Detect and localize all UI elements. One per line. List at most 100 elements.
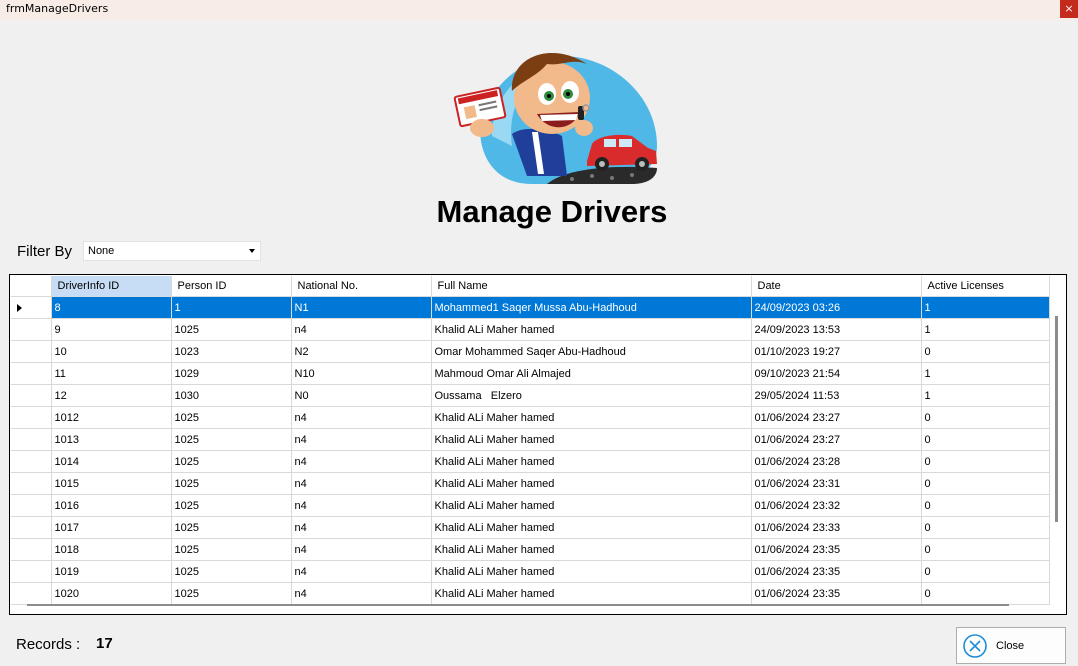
table-cell[interactable]: 1019 xyxy=(51,560,172,583)
row-header[interactable] xyxy=(11,406,52,429)
table-cell[interactable]: 09/10/2023 21:54 xyxy=(751,362,922,385)
table-row[interactable]: 10 1023 N2 Omar Mohammed Saqer Abu-Hadhoud 0… xyxy=(11,340,1050,363)
column-header-full-name[interactable]: Full Name xyxy=(431,276,752,297)
table-row[interactable]: 9 1025 n4 Khalid ALi Maher hamed 24/09/2023 … xyxy=(11,318,1050,341)
table-cell[interactable]: 1025 xyxy=(171,472,292,495)
row-header[interactable] xyxy=(11,472,52,495)
table-cell[interactable]: 1020 xyxy=(51,582,172,605)
table-cell[interactable]: n4 xyxy=(291,318,432,341)
table-row[interactable]: 8 1 N1 Mohammed1 Saqer Mussa Abu-Hadhoud 24/… xyxy=(11,296,1050,319)
table-cell[interactable]: 1025 xyxy=(171,406,292,429)
table-cell[interactable]: 0 xyxy=(921,560,1050,583)
table-cell[interactable]: 1 xyxy=(921,296,1050,319)
row-header[interactable] xyxy=(11,450,52,473)
column-header-national-no[interactable]: National No. xyxy=(291,276,432,297)
column-header-date[interactable]: Date xyxy=(751,276,922,297)
table-cell[interactable]: 1015 xyxy=(51,472,172,495)
table-cell[interactable]: 1012 xyxy=(51,406,172,429)
table-cell[interactable]: Mahmoud Omar Ali Almajed xyxy=(431,362,752,385)
table-row[interactable]: 1013 1025 n4 Khalid ALi Maher hamed 01/06/20… xyxy=(11,428,1050,451)
table-cell[interactable]: Khalid ALi Maher hamed xyxy=(431,406,752,429)
table-cell[interactable]: 1025 xyxy=(171,318,292,341)
chevron-down-icon[interactable] xyxy=(249,249,255,253)
table-row[interactable]: 1020 1025 n4 Khalid ALi Maher hamed 01/06/20… xyxy=(11,582,1050,605)
table-cell[interactable]: 1017 xyxy=(51,516,172,539)
table-cell[interactable]: 1025 xyxy=(171,516,292,539)
table-cell[interactable]: 0 xyxy=(921,428,1050,451)
row-header[interactable] xyxy=(11,494,52,517)
filter-by-dropdown[interactable]: None xyxy=(83,241,261,261)
row-header[interactable] xyxy=(11,582,52,605)
table-cell[interactable]: 0 xyxy=(921,516,1050,539)
row-header[interactable] xyxy=(11,296,52,319)
table-cell[interactable]: 1014 xyxy=(51,450,172,473)
row-header[interactable] xyxy=(11,428,52,451)
window-close-button[interactable]: × xyxy=(1060,0,1078,18)
table-cell[interactable]: N0 xyxy=(291,384,432,407)
table-cell[interactable]: 29/05/2024 11:53 xyxy=(751,384,922,407)
table-cell[interactable]: Mohammed1 Saqer Mussa Abu-Hadhoud xyxy=(431,296,752,319)
table-cell[interactable]: 1018 xyxy=(51,538,172,561)
table-cell[interactable]: N2 xyxy=(291,340,432,363)
row-header[interactable] xyxy=(11,538,52,561)
table-cell[interactable]: 1030 xyxy=(171,384,292,407)
table-cell[interactable]: n4 xyxy=(291,472,432,495)
table-row[interactable]: 1012 1025 n4 Khalid ALi Maher hamed 01/06/20… xyxy=(11,406,1050,429)
table-cell[interactable]: 01/06/2024 23:27 xyxy=(751,428,922,451)
row-header[interactable] xyxy=(11,340,52,363)
vertical-scrollbar[interactable] xyxy=(1055,316,1058,522)
table-row[interactable]: 1016 1025 n4 Khalid ALi Maher hamed 01/06/20… xyxy=(11,494,1050,517)
table-cell[interactable]: Khalid ALi Maher hamed xyxy=(431,428,752,451)
table-cell[interactable]: 8 xyxy=(51,296,172,319)
row-header[interactable] xyxy=(11,560,52,583)
table-cell[interactable]: 0 xyxy=(921,406,1050,429)
table-cell[interactable]: 0 xyxy=(921,582,1050,605)
table-cell[interactable]: 0 xyxy=(921,538,1050,561)
table-cell[interactable]: N10 xyxy=(291,362,432,385)
column-header-active-licenses[interactable]: Active Licenses xyxy=(921,276,1050,297)
table-cell[interactable]: Khalid ALi Maher hamed xyxy=(431,516,752,539)
table-cell[interactable]: 0 xyxy=(921,472,1050,495)
table-cell[interactable]: Khalid ALi Maher hamed xyxy=(431,582,752,605)
table-cell[interactable]: 01/06/2024 23:35 xyxy=(751,582,922,605)
table-cell[interactable]: 1025 xyxy=(171,428,292,451)
horizontal-scrollbar[interactable] xyxy=(27,604,1009,606)
table-cell[interactable]: 1 xyxy=(921,318,1050,341)
table-row[interactable]: 11 1029 N10 Mahmoud Omar Ali Almajed 09/10/2… xyxy=(11,362,1050,385)
table-cell[interactable]: 1 xyxy=(921,362,1050,385)
table-cell[interactable]: 01/06/2024 23:33 xyxy=(751,516,922,539)
table-cell[interactable]: 1025 xyxy=(171,494,292,517)
table-cell[interactable]: 01/10/2023 19:27 xyxy=(751,340,922,363)
table-cell[interactable]: 1013 xyxy=(51,428,172,451)
row-header[interactable] xyxy=(11,516,52,539)
table-cell[interactable]: Khalid ALi Maher hamed xyxy=(431,450,752,473)
table-cell[interactable]: 1025 xyxy=(171,538,292,561)
table-row[interactable]: 1019 1025 n4 Khalid ALi Maher hamed 01/06/20… xyxy=(11,560,1050,583)
table-cell[interactable]: 1025 xyxy=(171,560,292,583)
table-cell[interactable]: n4 xyxy=(291,406,432,429)
row-header[interactable] xyxy=(11,384,52,407)
column-header-person-id[interactable]: Person ID xyxy=(171,276,292,297)
table-cell[interactable]: 11 xyxy=(51,362,172,385)
table-cell[interactable]: 01/06/2024 23:27 xyxy=(751,406,922,429)
table-cell[interactable]: n4 xyxy=(291,516,432,539)
table-cell[interactable]: n4 xyxy=(291,538,432,561)
table-cell[interactable]: n4 xyxy=(291,450,432,473)
table-row[interactable]: 1014 1025 n4 Khalid ALi Maher hamed 01/06/20… xyxy=(11,450,1050,473)
table-cell[interactable]: 9 xyxy=(51,318,172,341)
table-cell[interactable]: 0 xyxy=(921,494,1050,517)
close-button[interactable]: Close xyxy=(956,627,1066,664)
table-cell[interactable]: 01/06/2024 23:28 xyxy=(751,450,922,473)
table-cell[interactable]: 1025 xyxy=(171,582,292,605)
table-cell[interactable]: 1029 xyxy=(171,362,292,385)
drivers-grid[interactable]: DriverInfo ID Person ID National No. Ful… xyxy=(9,274,1067,615)
table-row[interactable]: 1017 1025 n4 Khalid ALi Maher hamed 01/06/20… xyxy=(11,516,1050,539)
table-cell[interactable]: n4 xyxy=(291,560,432,583)
column-header-driverinfo-id[interactable]: DriverInfo ID xyxy=(51,276,172,297)
table-row[interactable]: 1015 1025 n4 Khalid ALi Maher hamed 01/06/20… xyxy=(11,472,1050,495)
table-cell[interactable]: 1 xyxy=(921,384,1050,407)
table-cell[interactable]: 1 xyxy=(171,296,292,319)
table-row[interactable]: 1018 1025 n4 Khalid ALi Maher hamed 01/06/20… xyxy=(11,538,1050,561)
table-cell[interactable]: 01/06/2024 23:31 xyxy=(751,472,922,495)
table-cell[interactable]: 10 xyxy=(51,340,172,363)
